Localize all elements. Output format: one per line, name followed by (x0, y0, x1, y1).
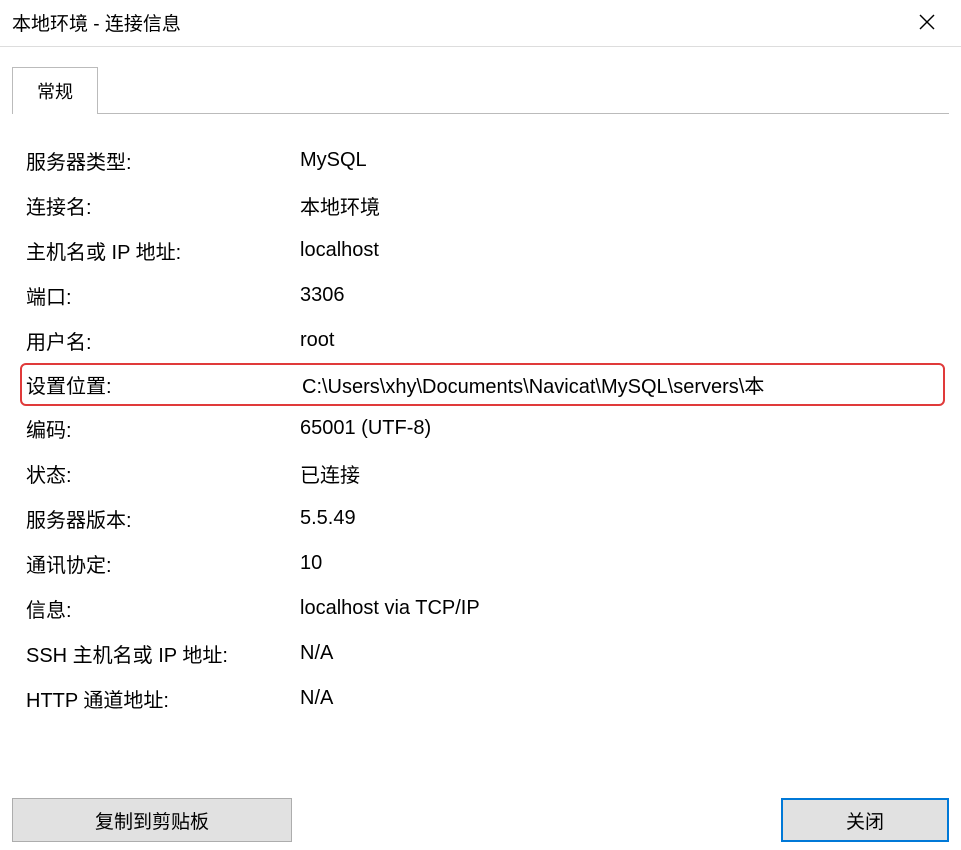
row-server-version: 服务器版本: 5.5.49 (26, 496, 945, 541)
label-server-type: 服务器类型: (26, 146, 300, 175)
row-status: 状态: 已连接 (26, 451, 945, 496)
close-icon[interactable] (905, 6, 949, 38)
label-connection-name: 连接名: (26, 191, 300, 220)
value-settings-location: C:\Users\xhy\Documents\Navicat\MySQL\ser… (302, 370, 943, 399)
label-ssh-host: SSH 主机名或 IP 地址: (26, 639, 300, 668)
label-status: 状态: (26, 459, 300, 488)
row-encoding: 编码: 65001 (UTF-8) (26, 406, 945, 451)
value-status: 已连接 (300, 459, 945, 488)
property-list: 服务器类型: MySQL 连接名: 本地环境 主机名或 IP 地址: local… (0, 114, 961, 721)
value-http-tunnel: N/A (300, 687, 945, 710)
label-server-version: 服务器版本: (26, 504, 300, 533)
label-protocol: 通讯协定: (26, 549, 300, 578)
titlebar: 本地环境 - 连接信息 (0, 0, 961, 47)
row-ssh-host: SSH 主机名或 IP 地址: N/A (26, 631, 945, 676)
value-port: 3306 (300, 284, 945, 307)
row-http-tunnel: HTTP 通道地址: N/A (26, 676, 945, 721)
value-username: root (300, 329, 945, 352)
dialog-title: 本地环境 - 连接信息 (12, 9, 181, 36)
label-http-tunnel: HTTP 通道地址: (26, 684, 300, 713)
label-settings-location: 设置位置: (26, 370, 302, 399)
value-connection-name: 本地环境 (300, 191, 945, 220)
tab-general[interactable]: 常规 (12, 67, 98, 114)
value-server-type: MySQL (300, 149, 945, 172)
value-protocol: 10 (300, 552, 945, 575)
row-info: 信息: localhost via TCP/IP (26, 586, 945, 631)
dialog-footer: 复制到剪贴板 关闭 (12, 798, 949, 842)
label-username: 用户名: (26, 326, 300, 355)
value-host: localhost (300, 239, 945, 262)
value-info: localhost via TCP/IP (300, 597, 945, 620)
label-encoding: 编码: (26, 414, 300, 443)
value-ssh-host: N/A (300, 642, 945, 665)
row-username: 用户名: root (26, 318, 945, 363)
value-encoding: 65001 (UTF-8) (300, 417, 945, 440)
row-settings-location: 设置位置: C:\Users\xhy\Documents\Navicat\MyS… (20, 363, 945, 406)
tab-underline (12, 113, 949, 114)
row-protocol: 通讯协定: 10 (26, 541, 945, 586)
copy-to-clipboard-button[interactable]: 复制到剪贴板 (12, 798, 292, 842)
row-host: 主机名或 IP 地址: localhost (26, 228, 945, 273)
tab-strip: 常规 (0, 47, 961, 114)
row-port: 端口: 3306 (26, 273, 945, 318)
row-server-type: 服务器类型: MySQL (26, 138, 945, 183)
row-connection-name: 连接名: 本地环境 (26, 183, 945, 228)
label-port: 端口: (26, 281, 300, 310)
close-button[interactable]: 关闭 (781, 798, 949, 842)
label-host: 主机名或 IP 地址: (26, 236, 300, 265)
value-server-version: 5.5.49 (300, 507, 945, 530)
connection-info-dialog: 本地环境 - 连接信息 常规 服务器类型: MySQL 连接名: 本地环境 主机… (0, 0, 961, 850)
label-info: 信息: (26, 594, 300, 623)
